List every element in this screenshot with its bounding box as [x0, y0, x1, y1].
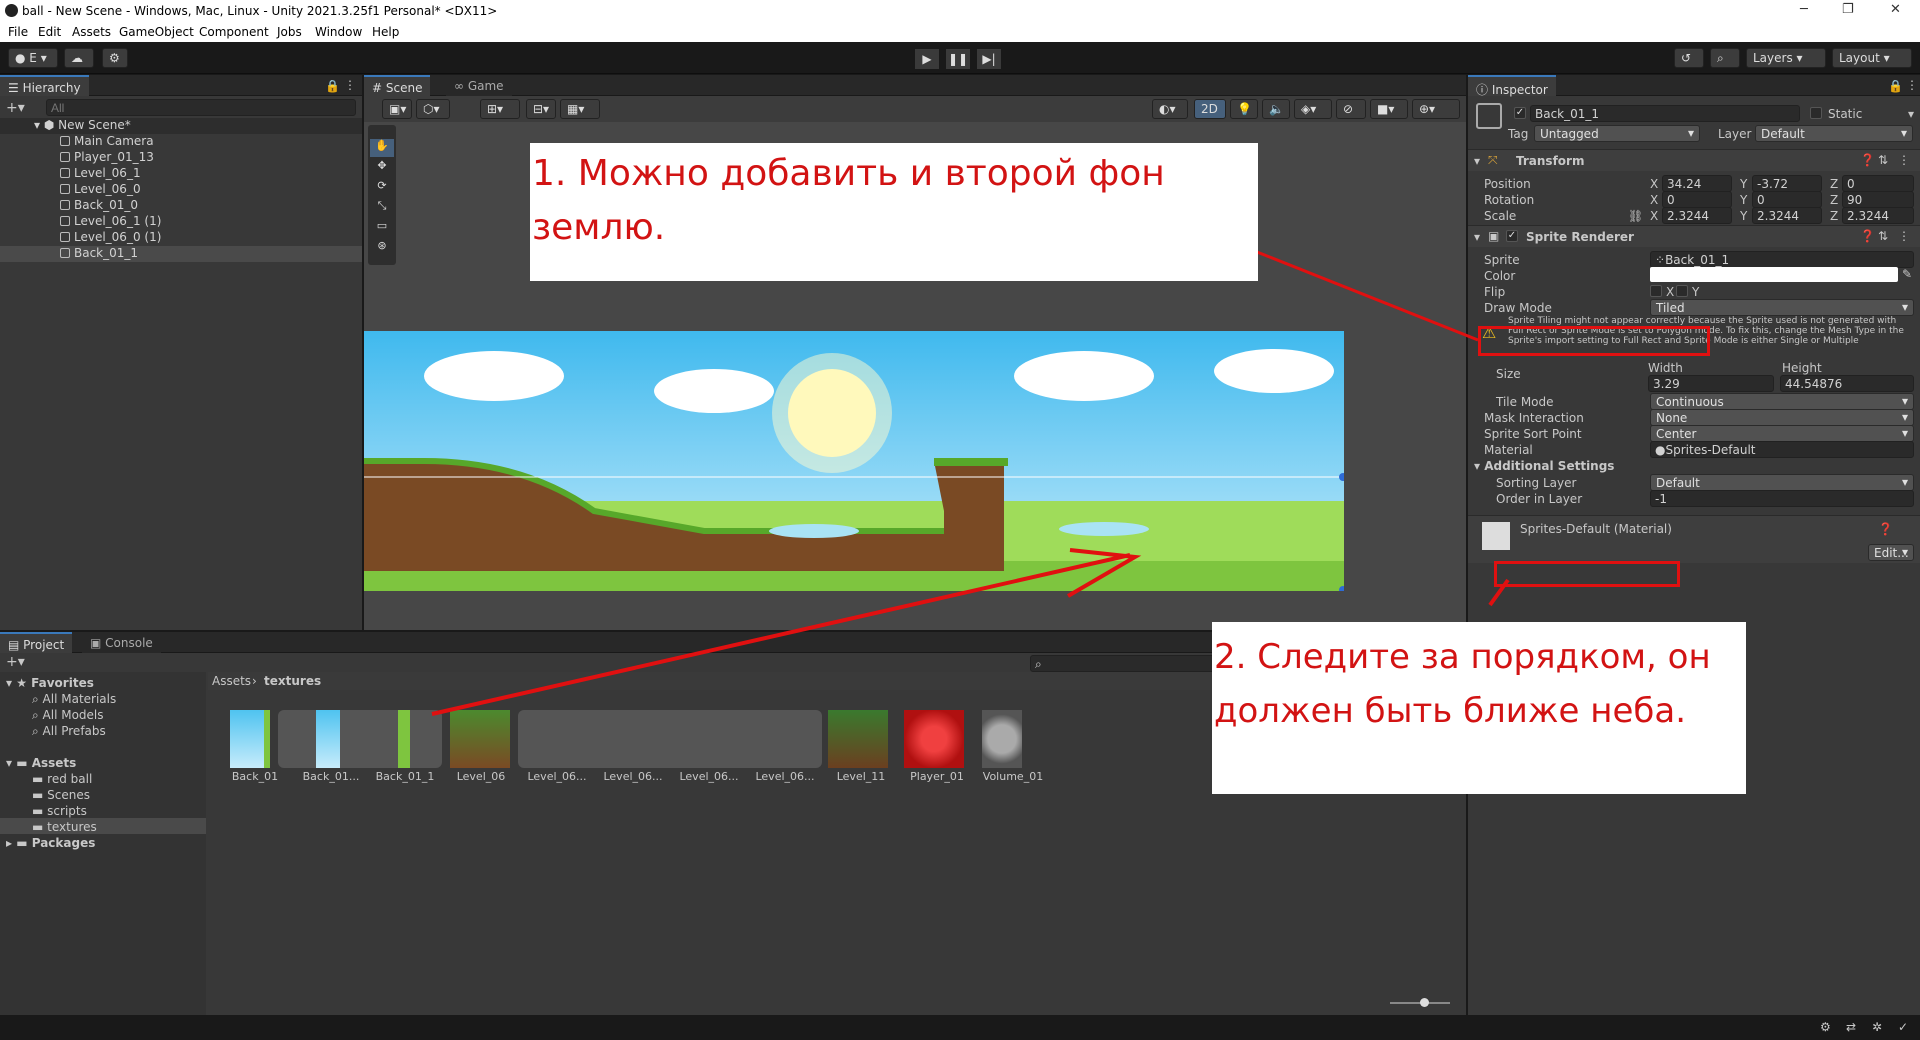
- annotation-note-2: 2. Следите за порядком, он должен быть б…: [1212, 622, 1746, 794]
- annotation-note-1: 1. Можно добавить и второй фон землю.: [530, 143, 1258, 281]
- note-1-line-1: 1. Можно добавить и второй фон: [532, 153, 1165, 194]
- note-1-line-2: землю.: [532, 207, 666, 248]
- note-2-line-1: 2. Следите за порядком, он: [1214, 637, 1711, 677]
- note-2-line-2: должен быть ближе неба.: [1214, 691, 1686, 731]
